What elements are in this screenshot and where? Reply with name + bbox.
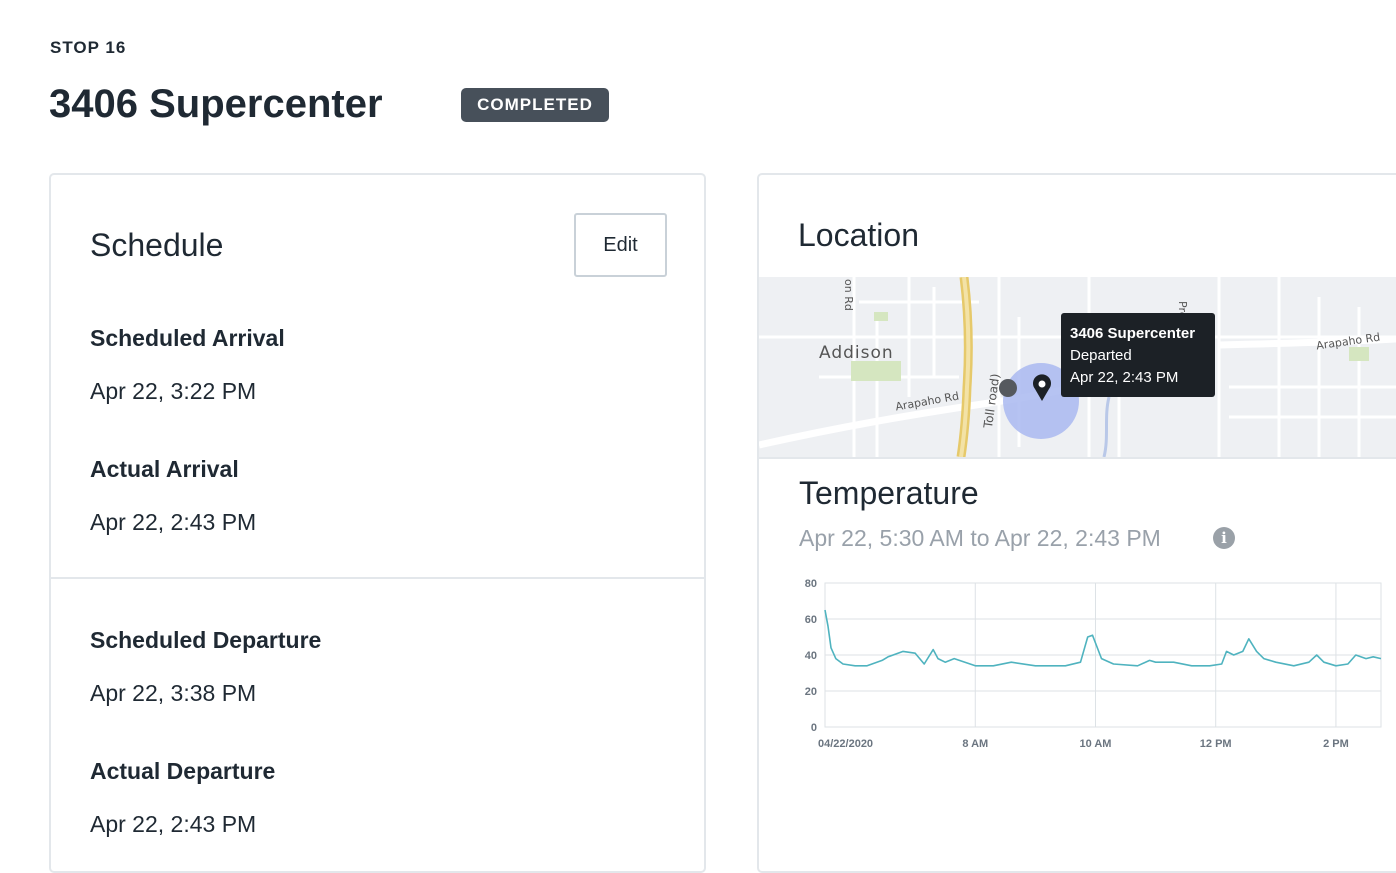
schedule-title: Schedule [90,227,224,263]
actual-arrival-value: Apr 22, 2:43 PM [90,509,257,535]
chart-y-tick-label: 80 [805,578,817,590]
scheduled-arrival-label: Scheduled Arrival [90,325,285,351]
chart-y-tick-label: 20 [805,686,817,698]
chart-series-line [824,609,1382,667]
chart-y-tick-label: 40 [805,650,817,662]
chart-x-tick-label: 04/22/2020 [818,738,873,750]
temperature-title: Temperature [799,475,979,511]
tooltip-status: Departed [1070,347,1132,364]
schedule-card: Schedule Edit Scheduled Arrival Apr 22, … [49,173,706,873]
scheduled-departure-value: Apr 22, 3:38 PM [90,680,257,706]
status-badge: COMPLETED [461,88,609,122]
vehicle-marker[interactable] [999,379,1017,397]
map-city-label: Addison [819,343,894,363]
chart-y-tick-label: 0 [811,722,817,734]
chart-y-tick-label: 60 [805,614,817,626]
location-map[interactable]: Addison Arapaho Rd Arapaho Rd Preston Rd… [759,277,1396,457]
actual-arrival-label: Actual Arrival [90,456,239,482]
map-road-label: on Rd [842,279,855,311]
info-icon[interactable]: i [1213,527,1235,549]
temperature-chart: 0 20 40 60 80 04/22/2020 8 AM 10 AM 12 PM 2 PM [805,578,1382,750]
chart-x-tick-label: 8 AM [962,738,988,750]
page-title: 3406 Supercenter [49,82,383,126]
location-card: Location Addison Arapaho Rd Arapaho Rd T… [757,173,1396,873]
edit-button[interactable]: Edit [574,213,667,277]
actual-departure-label: Actual Departure [90,758,276,784]
stop-number: STOP 16 [50,38,127,57]
section-divider [51,577,704,579]
map-divider [759,457,1396,459]
scheduled-arrival-value: Apr 22, 3:22 PM [90,378,257,404]
scheduled-departure-label: Scheduled Departure [90,627,322,653]
tooltip-time: Apr 22, 2:43 PM [1070,369,1179,386]
map-tooltip: 3406 Supercenter Departed Apr 22, 2:43 P… [1061,313,1215,397]
tooltip-title: 3406 Supercenter [1070,325,1196,342]
chart-x-tick-label: 2 PM [1323,738,1349,750]
chart-x-tick-label: 10 AM [1079,738,1111,750]
actual-departure-value: Apr 22, 2:43 PM [90,811,257,837]
location-title: Location [798,217,919,253]
temperature-range: Apr 22, 5:30 AM to Apr 22, 2:43 PM [799,525,1161,551]
chart-x-tick-label: 12 PM [1200,738,1232,750]
